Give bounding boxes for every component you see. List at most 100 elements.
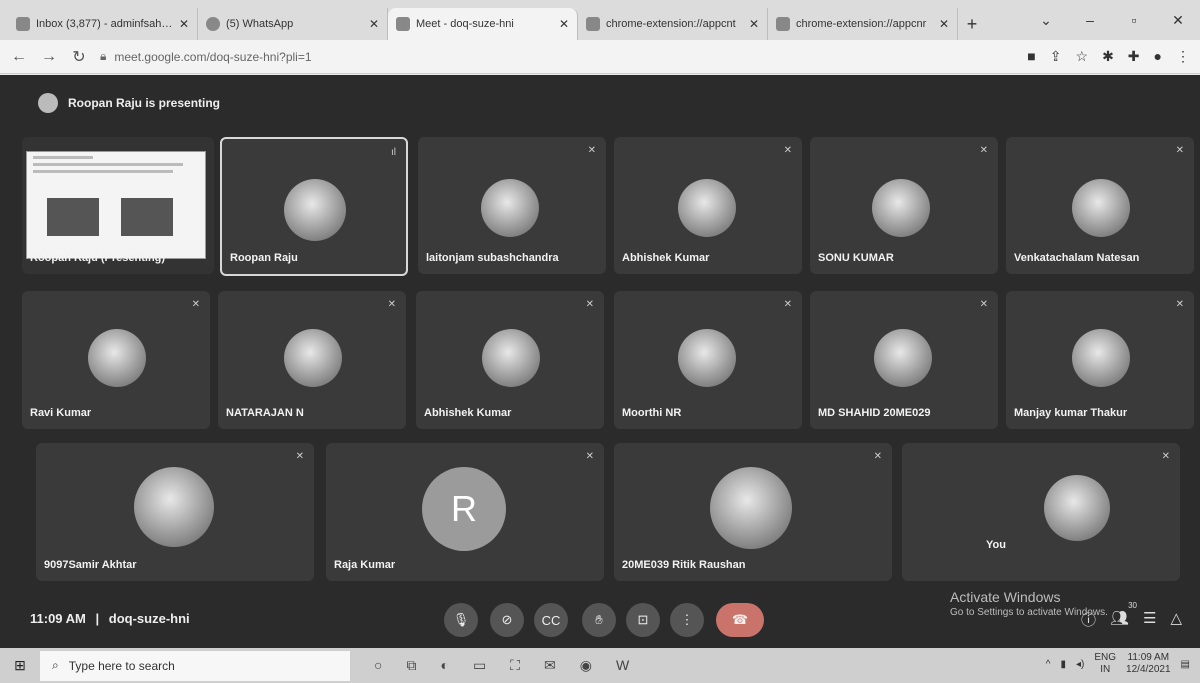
language-indicator[interactable]: ENG IN: [1094, 652, 1116, 676]
participant-tile[interactable]: ✕ 9097Samir Akhtar: [36, 443, 314, 581]
mic-off-icon: ✕: [1175, 299, 1184, 310]
extension-icon: [776, 17, 790, 31]
profile-icon[interactable]: ●: [1154, 48, 1162, 65]
people-icon[interactable]: 👥︎ 30: [1110, 601, 1137, 630]
close-tab-icon[interactable]: ✕: [939, 17, 949, 31]
participant-name: 9097Samir Akhtar: [44, 559, 137, 571]
participant-tile[interactable]: ✕ R Raja Kumar: [326, 443, 604, 581]
mic-off-icon: ✕: [387, 299, 396, 310]
tab-title: chrome-extension://appcnr: [796, 18, 927, 30]
participant-name: Roopan Raju: [230, 252, 298, 264]
chrome-icon[interactable]: ◉: [580, 657, 592, 674]
leave-call-button[interactable]: ☎︎: [716, 603, 764, 637]
network-icon[interactable]: ▮: [1061, 659, 1067, 670]
puzzle-icon[interactable]: ✚: [1128, 48, 1140, 65]
taskbar-apps: ○ ⧉ ◐ ▭ ⛶ ✉ ◉ W: [374, 657, 629, 674]
browser-tab[interactable]: Inbox (3,877) - adminfsahi@ ✕: [8, 8, 198, 40]
bookmark-star-icon[interactable]: ☆: [1076, 48, 1089, 65]
minimize-button[interactable]: –: [1068, 12, 1112, 28]
edge-icon[interactable]: ◐: [440, 657, 448, 674]
tab-title: chrome-extension://appcnt: [606, 18, 736, 30]
avatar: [481, 179, 539, 237]
task-view-icon[interactable]: ⧉: [406, 657, 416, 674]
notifications-icon[interactable]: ▤: [1181, 659, 1190, 670]
participant-name: Roopan Raju (Presenting): [30, 252, 166, 264]
close-tab-icon[interactable]: ✕: [369, 17, 379, 31]
file-explorer-icon[interactable]: ▭: [473, 657, 486, 674]
browser-tab-active[interactable]: Meet - doq-suze-hni ✕: [388, 8, 578, 40]
cortana-icon[interactable]: ○: [374, 657, 382, 674]
mic-off-icon: ✕: [979, 299, 988, 310]
tab-search-icon[interactable]: ⌄: [1024, 12, 1068, 29]
taskbar-search-box[interactable]: ⌕ Type here to search: [40, 650, 350, 681]
participant-tile[interactable]: ✕ 20ME039 Ritik Raushan: [614, 443, 892, 581]
menu-kebab-icon[interactable]: ⋮: [1176, 48, 1190, 65]
presenter-avatar: [38, 93, 58, 113]
address-bar[interactable]: 🔒︎ meet.google.com/doq-suze-hni?pli=1: [100, 45, 980, 69]
participant-tile[interactable]: Roopan Raju (Presenting): [22, 137, 214, 274]
raise-hand-button[interactable]: ✋︎: [582, 603, 616, 637]
word-icon[interactable]: W: [616, 657, 629, 674]
forward-arrow-icon[interactable]: →: [40, 48, 58, 66]
participant-tile[interactable]: ✕ Ravi Kumar: [22, 291, 210, 429]
more-options-button[interactable]: ⋮: [670, 603, 704, 637]
back-arrow-icon[interactable]: ←: [10, 48, 28, 66]
language-code: ENG: [1094, 652, 1117, 663]
mic-off-icon: ✕: [873, 451, 882, 462]
participant-tile[interactable]: ✕ SONU KUMAR: [810, 137, 998, 274]
present-screen-button[interactable]: ⊡: [626, 603, 660, 637]
browser-tab[interactable]: chrome-extension://appcnr ✕: [768, 8, 958, 40]
participant-tile[interactable]: ✕ NATARAJAN N: [218, 291, 406, 429]
browser-tab[interactable]: (5) WhatsApp ✕: [198, 8, 388, 40]
participant-name: MD SHAHID 20ME029: [818, 407, 931, 419]
participant-tile[interactable]: ✕ laitonjam subashchandra: [418, 137, 606, 274]
meeting-code: doq-suze-hni: [108, 611, 190, 626]
chat-icon[interactable]: ☰: [1143, 609, 1156, 630]
reload-icon[interactable]: ↻: [70, 47, 88, 67]
mic-off-icon: ✕: [979, 145, 988, 156]
close-tab-icon[interactable]: ✕: [179, 17, 189, 31]
camera-icon[interactable]: ■: [1027, 48, 1035, 65]
participant-tile[interactable]: ✕ Manjay kumar Thakur: [1006, 291, 1194, 429]
participant-tile-self[interactable]: ✕ You: [902, 443, 1180, 581]
audio-indicator-icon: ıl: [391, 147, 396, 158]
mic-toggle-button[interactable]: 🎙︎: [444, 603, 478, 637]
avatar: [284, 329, 342, 387]
volume-icon[interactable]: ◂): [1076, 659, 1084, 670]
new-tab-button[interactable]: +: [958, 8, 986, 40]
participant-name: NATARAJAN N: [226, 407, 304, 419]
meet-stage: Roopan Raju is presenting Roopan Raju (P…: [0, 75, 1200, 648]
participant-tile[interactable]: ✕ MD SHAHID 20ME029: [810, 291, 998, 429]
participant-tile[interactable]: ✕ Abhishek Kumar: [614, 137, 802, 274]
avatar-letter: R: [422, 467, 506, 551]
share-icon[interactable]: ⇪: [1050, 48, 1062, 65]
tray-chevron-icon[interactable]: ^: [1046, 659, 1051, 670]
participant-name: Ravi Kumar: [30, 407, 92, 419]
people-count-badge: 30: [1128, 601, 1137, 610]
browser-tab[interactable]: chrome-extension://appcnt ✕: [578, 8, 768, 40]
close-tab-icon[interactable]: ✕: [559, 17, 569, 31]
activities-icon[interactable]: △: [1170, 609, 1182, 630]
info-icon[interactable]: ⓘ: [1081, 609, 1096, 630]
avatar: [134, 467, 214, 547]
extension-icon[interactable]: ✱: [1102, 48, 1114, 65]
camera-toggle-button[interactable]: ⊘: [490, 603, 524, 637]
participant-tile[interactable]: ✕ Abhishek Kumar: [416, 291, 604, 429]
maximize-button[interactable]: ▫: [1112, 12, 1156, 28]
avatar: [678, 329, 736, 387]
clock[interactable]: 11:09 AM 12/4/2021: [1126, 652, 1171, 676]
windows-start-icon[interactable]: ⊞: [0, 657, 40, 674]
clock-date: 12/4/2021: [1126, 664, 1171, 675]
mic-off-icon: ✕: [1175, 145, 1184, 156]
close-tab-icon[interactable]: ✕: [749, 17, 759, 31]
participant-tile[interactable]: ıl Roopan Raju: [220, 137, 408, 276]
captions-button[interactable]: CC: [534, 603, 568, 637]
windows-taskbar: ⊞ ⌕ Type here to search ○ ⧉ ◐ ▭ ⛶ ✉ ◉ W …: [0, 648, 1200, 683]
store-icon[interactable]: ⛶: [510, 657, 520, 674]
system-tray: ^ ▮ ◂) ENG IN 11:09 AM 12/4/2021 ▤: [1046, 652, 1190, 676]
participant-tile[interactable]: ✕ Venkatachalam Natesan: [1006, 137, 1194, 274]
mail-icon[interactable]: ✉: [544, 657, 556, 674]
participant-tile[interactable]: ✕ Moorthi NR: [614, 291, 802, 429]
close-window-button[interactable]: ✕: [1156, 12, 1200, 29]
search-icon: ⌕: [52, 658, 59, 672]
